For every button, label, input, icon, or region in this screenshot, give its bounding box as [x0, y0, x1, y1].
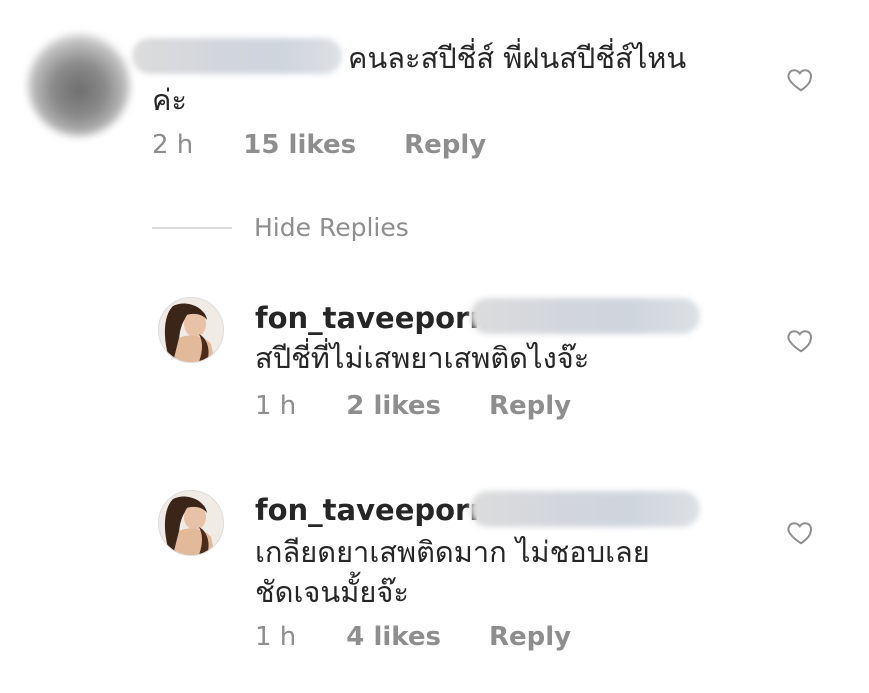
reply-username-line: fon_taveeporn [255, 296, 490, 340]
comment-text-continued: ค่ะ [152, 83, 187, 117]
comment-item: คนละสปีชี่ส์ พี่ฝนสปีชี่ส์ไหน ค่ะ 2 h 15… [0, 0, 869, 200]
reply-text-continued: ชัดเจนมั้ยจ๊ะ [255, 575, 409, 609]
timestamp: 2 h [152, 130, 194, 160]
reply-text: สปีชี่ที่ไม่เสพยาเสพติดไงจ๊ะ [255, 341, 590, 375]
profile-photo [159, 298, 223, 362]
username[interactable]: fon_taveeporn [255, 301, 490, 335]
avatar[interactable] [158, 490, 224, 556]
timestamp: 1 h [255, 622, 297, 652]
username-blurred[interactable] [132, 38, 342, 74]
reply-meta: 1 h 4 likes Reply [255, 622, 571, 652]
hide-replies-button[interactable]: Hide Replies [152, 213, 409, 242]
username[interactable]: fon_taveeporn [255, 493, 490, 527]
reply-button[interactable]: Reply [404, 130, 486, 160]
reply-text: เกลียดยาเสพติดมาก ไม่ชอบเลย [255, 535, 650, 569]
reply-button[interactable]: Reply [489, 622, 571, 652]
username-blurred [470, 298, 700, 334]
timestamp: 1 h [255, 391, 297, 421]
likes-count[interactable]: 2 likes [346, 391, 441, 421]
profile-photo [159, 491, 223, 555]
hide-replies-label: Hide Replies [254, 213, 409, 242]
reply-username-line: fon_taveeporn [255, 488, 490, 532]
heart-outline-icon[interactable] [786, 517, 816, 547]
username-blurred [470, 491, 700, 527]
likes-count[interactable]: 15 likes [243, 130, 356, 160]
reply-button[interactable]: Reply [489, 391, 571, 421]
likes-count[interactable]: 4 likes [346, 622, 441, 652]
reply-meta: 1 h 2 likes Reply [255, 391, 571, 421]
avatar[interactable] [158, 297, 224, 363]
heart-outline-icon[interactable] [786, 64, 816, 94]
comment-text: คนละสปีชี่ส์ พี่ฝนสปีชี่ส์ไหน [348, 41, 687, 75]
divider-line [152, 226, 232, 229]
avatar[interactable] [28, 34, 130, 136]
heart-outline-icon[interactable] [786, 325, 816, 355]
comment-meta: 2 h 15 likes Reply [152, 130, 486, 160]
